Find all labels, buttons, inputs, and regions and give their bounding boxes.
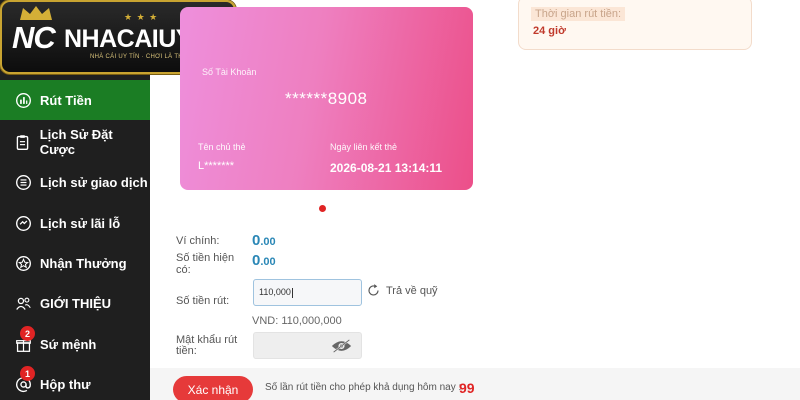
sidebar-item-label: Rút Tiền bbox=[40, 92, 92, 108]
withdraw-time-label: Thời gian rút tiền: bbox=[531, 7, 626, 21]
password-label-cont: tiền: bbox=[176, 345, 197, 357]
sidebar-item-bet-history[interactable]: Lịch Sử Đặt Cược bbox=[0, 122, 150, 162]
sidebar-item-label: Nhận Thưởng bbox=[40, 255, 127, 271]
stars-icon: ★ ★ ★ bbox=[124, 12, 159, 22]
current-balance-label-cont: có: bbox=[176, 264, 191, 276]
amount-input[interactable]: 110,000 bbox=[253, 279, 362, 306]
main-wallet-label: Ví chính: bbox=[176, 235, 220, 247]
linked-date: 2026-08-21 13:14:11 bbox=[330, 161, 443, 175]
sidebar-item-inbox[interactable]: 1 Hộp thư bbox=[0, 364, 150, 400]
sidebar-item-label: Lịch Sử Đặt Cược bbox=[39, 127, 113, 157]
star-badge-icon bbox=[14, 254, 32, 272]
gift-icon: 2 bbox=[14, 326, 35, 353]
amount-label: Số tiền rút: bbox=[176, 295, 230, 307]
sidebar-item-rewards[interactable]: Nhận Thưởng bbox=[0, 243, 150, 283]
sidebar-item-referral[interactable]: GIỚI THIỆU bbox=[0, 283, 150, 323]
bank-card: Số Tài Khoản ******8908 Tên chủ thẻ L***… bbox=[180, 7, 473, 190]
profit-loss-icon bbox=[14, 214, 32, 232]
withdraw-time-value: 24 giờ bbox=[533, 25, 566, 37]
account-number-label: Số Tài Khoản bbox=[202, 67, 257, 77]
sidebar-item-mission[interactable]: 2 Sứ mệnh bbox=[0, 324, 150, 364]
withdraw-limit-label: Số lần rút tiền cho phép khả dụng hôm na… bbox=[265, 382, 462, 393]
refund-label: Trả về quỹ bbox=[386, 284, 438, 297]
eye-hidden-icon[interactable] bbox=[331, 339, 352, 353]
sidebar-item-profit-loss[interactable]: Lịch sử lãi lỗ bbox=[0, 203, 150, 243]
sidebar-item-label: Hộp thư bbox=[40, 376, 91, 392]
main-wallet-value: 0.00 bbox=[252, 232, 276, 249]
sidebar-item-label: Sứ mệnh bbox=[40, 336, 97, 352]
logo-monogram: NC bbox=[12, 20, 56, 55]
notification-badge: 1 bbox=[20, 366, 35, 381]
card-holder-name: L******* bbox=[198, 160, 235, 172]
account-number: ******8908 bbox=[285, 89, 368, 108]
current-balance-value: 0.00 bbox=[252, 252, 276, 269]
chart-icon bbox=[14, 91, 32, 109]
withdraw-time-box: Thời gian rút tiền: 24 giờ bbox=[518, 0, 752, 50]
refund-button[interactable]: Trả về quỹ bbox=[366, 283, 438, 298]
users-icon bbox=[14, 294, 32, 312]
carousel-dot[interactable] bbox=[319, 205, 326, 212]
linked-date-label: Ngày liên kết thẻ bbox=[330, 142, 398, 152]
refresh-icon bbox=[368, 284, 379, 296]
at-icon: 1 bbox=[14, 366, 35, 393]
current-balance-label: Số tiền hiện bbox=[176, 252, 235, 264]
withdraw-limit-count: 99 bbox=[459, 380, 475, 396]
sidebar-item-transaction-history[interactable]: Lịch sử giao dịch bbox=[0, 162, 150, 202]
list-circle-icon bbox=[14, 173, 32, 191]
confirm-button[interactable]: Xác nhận bbox=[173, 376, 253, 400]
amount-vnd: VND: 110,000,000 bbox=[252, 315, 342, 327]
withdraw-password-input[interactable] bbox=[253, 332, 362, 359]
card-holder-label: Tên chủ thẻ bbox=[198, 142, 246, 152]
sidebar-item-label: Lịch sử giao dịch bbox=[40, 174, 148, 190]
sidebar-item-label: GIỚI THIỆU bbox=[40, 295, 112, 311]
sidebar-item-withdraw[interactable]: Rút Tiền bbox=[0, 80, 150, 120]
clipboard-icon bbox=[14, 133, 32, 151]
notification-badge: 2 bbox=[20, 326, 35, 341]
sidebar-item-label: Lịch sử lãi lỗ bbox=[40, 215, 121, 231]
